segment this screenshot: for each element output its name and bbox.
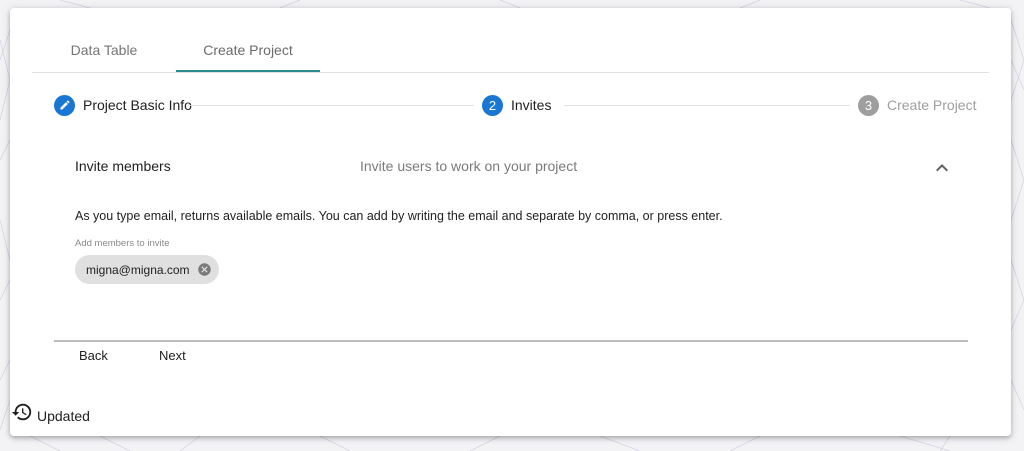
- step-label: Invites: [511, 97, 552, 113]
- panel-divider: [54, 340, 968, 342]
- step-project-basic-info[interactable]: Project Basic Info: [54, 94, 192, 116]
- cancel-icon[interactable]: [197, 262, 212, 277]
- invite-field-label: Add members to invite: [75, 238, 170, 249]
- step-number: 2: [482, 94, 503, 116]
- step-invites[interactable]: 2 Invites: [482, 94, 551, 116]
- tab-bar: Data Table Create Project: [32, 8, 989, 73]
- step-label: Project Basic Info: [83, 97, 192, 113]
- status-indicator: Updated: [11, 403, 90, 424]
- member-chip[interactable]: migna@migna.com: [75, 255, 219, 284]
- tab-indicator: [176, 70, 320, 72]
- step-label: Create Project: [887, 97, 977, 113]
- tab-create-project[interactable]: Create Project: [176, 8, 320, 72]
- pencil-icon: [54, 94, 75, 116]
- main-card: Data Table Create Project Project Basic …: [10, 8, 1011, 436]
- step-create-project[interactable]: 3 Create Project: [858, 94, 976, 116]
- status-label: Updated: [37, 408, 90, 424]
- back-button[interactable]: Back: [69, 343, 118, 369]
- step-number: 3: [858, 94, 879, 116]
- tab-data-table[interactable]: Data Table: [32, 8, 176, 72]
- panel-title: Invite members: [75, 158, 171, 174]
- invite-instructions: As you type email, returns available ema…: [75, 209, 723, 223]
- step-connector: [564, 105, 850, 106]
- chip-label: migna@migna.com: [86, 262, 190, 277]
- next-button[interactable]: Next: [149, 343, 196, 369]
- history-icon: [11, 401, 33, 423]
- chevron-up-icon[interactable]: [930, 156, 954, 180]
- step-connector: [188, 105, 474, 106]
- panel-subtitle: Invite users to work on your project: [360, 158, 578, 174]
